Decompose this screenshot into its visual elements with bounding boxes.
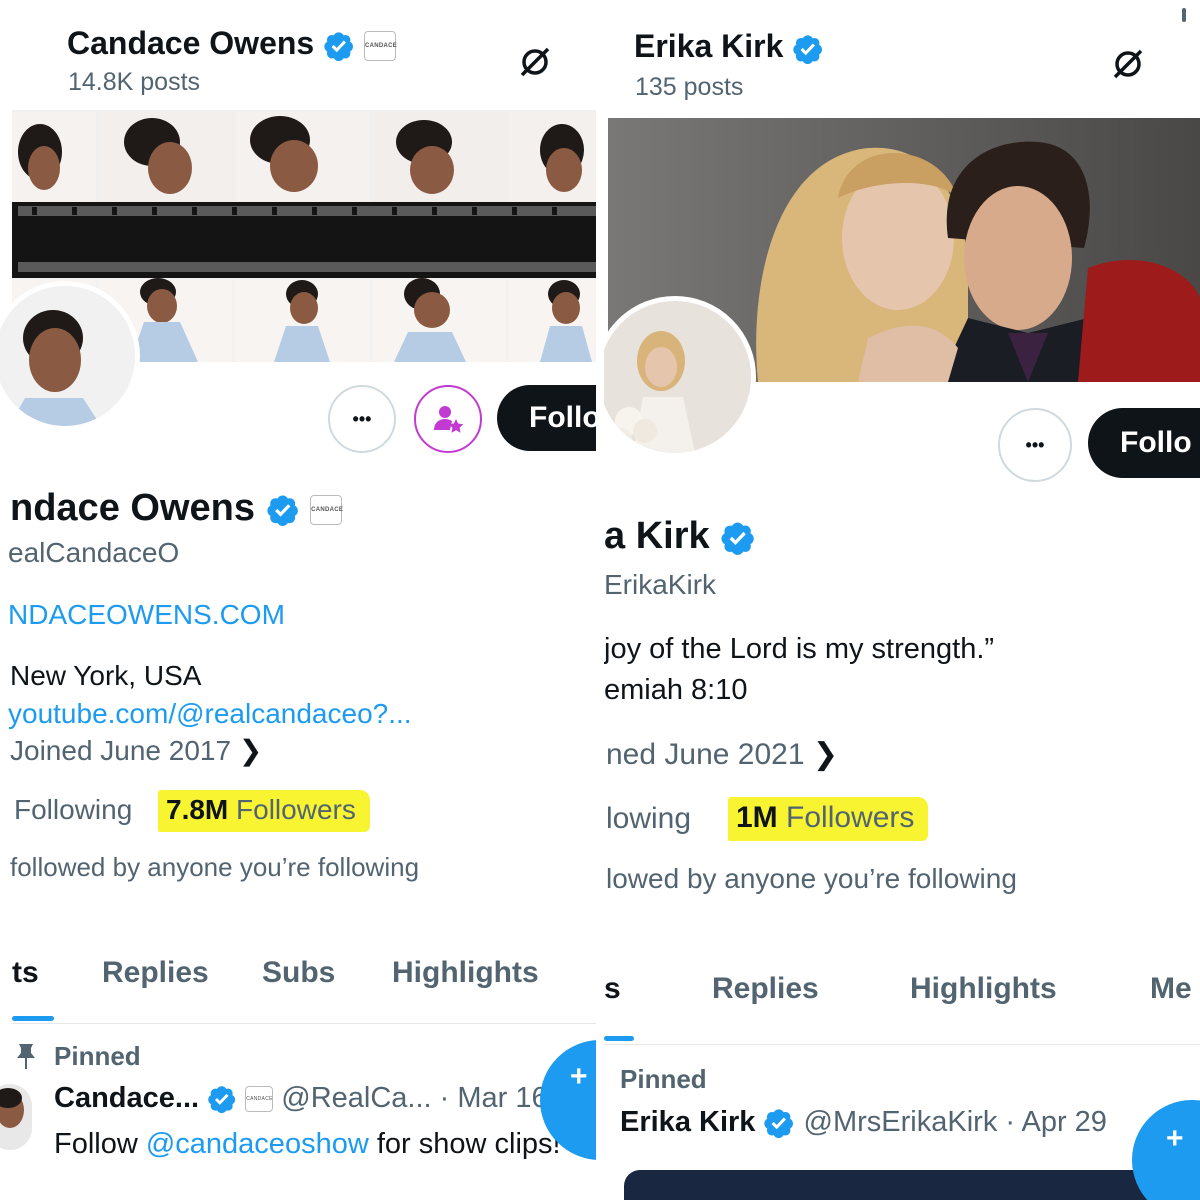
tweet-handle-date: @MrsErikaKirk · Apr 29 <box>803 1106 1107 1138</box>
tab-highlights[interactable]: Highlights <box>392 956 539 990</box>
affiliate-badge[interactable]: CANDACE <box>363 30 397 61</box>
pinned-label: Pinned <box>620 1064 707 1094</box>
tweet-header: Candace... CANDACE @RealCa... · Mar 16 <box>54 1082 548 1115</box>
profile-link[interactable]: youtube.com/@realcandaceo?... <box>8 698 412 730</box>
followed-by-note: lowed by anyone you’re following <box>606 863 1017 894</box>
tab-posts[interactable]: ts <box>12 956 39 990</box>
tweet-author-name[interactable]: Erika Kirk <box>620 1106 755 1138</box>
profile-joined: ned June 2021 ❯ <box>606 738 838 771</box>
header-posts-count: 135 posts <box>635 73 744 101</box>
profile-website-link[interactable]: NDACEOWENS.COM <box>8 599 285 631</box>
header-name: Erika Kirk <box>634 28 824 65</box>
tweet-author-name[interactable]: Candace... <box>54 1082 199 1114</box>
tab-subs[interactable]: Subs <box>262 956 335 990</box>
pinned-label: Pinned <box>54 1041 141 1071</box>
compose-plus-icon: + <box>1166 1122 1184 1155</box>
tab-highlights[interactable]: Highlights <box>910 972 1057 1006</box>
active-tab-indicator <box>604 1036 634 1041</box>
tab-posts[interactable]: s <box>604 972 621 1006</box>
verified-badge-icon <box>266 493 300 527</box>
subscribe-star-icon <box>434 406 464 433</box>
tweet-text: Follow @candaceoshow for show clips! <box>54 1128 561 1160</box>
scrollbar-thumb[interactable] <box>1182 8 1186 22</box>
followers-stat[interactable]: 1M Followers <box>728 797 929 841</box>
profile-avatar[interactable] <box>0 281 140 431</box>
tweet-mention-link[interactable]: @candaceoshow <box>146 1128 369 1160</box>
profile-bio-line-1: joy of the Lord is my strength.” <box>604 633 995 665</box>
verified-badge-icon <box>763 1107 795 1139</box>
pin-icon <box>17 1044 35 1069</box>
chevron-right-icon: ❯ <box>812 738 838 771</box>
subscribe-button[interactable] <box>414 385 482 453</box>
left-profile-panel: Candace Owens CANDACE 14.8K posts ••• Fo… <box>0 0 596 1200</box>
tabs-divider <box>12 1023 596 1024</box>
header-name: Candace Owens CANDACE <box>67 25 398 62</box>
verified-badge-icon <box>207 1084 237 1114</box>
profile-location: New York, USA <box>10 660 202 691</box>
no-symbol-icon[interactable] <box>1110 46 1146 82</box>
profile-handle: ErikaKirk <box>604 569 717 600</box>
tab-media[interactable]: Me <box>1150 972 1192 1006</box>
verified-badge-icon <box>720 520 756 556</box>
profile-name: a Kirk <box>604 515 756 558</box>
profile-bio-line-2: emiah 8:10 <box>604 674 748 706</box>
profile-name: ndace Owens CANDACE <box>10 487 344 529</box>
verified-badge-icon <box>792 33 824 65</box>
more-options-button[interactable]: ••• <box>998 408 1072 482</box>
tweet-handle-date: @RealCa... · Mar 16 <box>281 1082 548 1114</box>
tabs-divider <box>604 1044 1200 1045</box>
chevron-right-icon: ❯ <box>238 735 263 766</box>
tweet-media-preview[interactable] <box>624 1170 1200 1200</box>
tab-replies[interactable]: Replies <box>102 956 209 990</box>
more-options-button[interactable]: ••• <box>328 385 396 453</box>
profile-handle: ealCandaceO <box>8 537 180 568</box>
follow-button[interactable]: Follo <box>1088 408 1200 478</box>
verified-badge-icon <box>323 30 355 62</box>
affiliate-badge[interactable]: CANDACE <box>310 494 343 525</box>
tweet-header: Erika Kirk @MrsErikaKirk · Apr 29 <box>620 1106 1107 1139</box>
profile-joined: Joined June 2017 ❯ <box>10 735 263 766</box>
tweet-author-avatar[interactable] <box>0 1084 32 1150</box>
followed-by-note: followed by anyone you’re following <box>10 852 420 882</box>
compose-button[interactable]: + <box>1132 1100 1200 1200</box>
following-stat[interactable]: lowing <box>606 802 691 836</box>
profile-avatar[interactable] <box>604 296 756 458</box>
affiliate-badge[interactable]: CANDACE <box>245 1086 274 1113</box>
header-posts-count: 14.8K posts <box>68 68 201 96</box>
follow-button[interactable]: Follo <box>497 385 596 451</box>
following-stat[interactable]: Following <box>14 794 132 826</box>
active-tab-indicator <box>12 1016 54 1021</box>
tab-replies[interactable]: Replies <box>712 972 819 1006</box>
compose-plus-icon: + <box>570 1060 588 1093</box>
no-symbol-icon[interactable] <box>517 44 553 80</box>
right-profile-panel: Erika Kirk 135 posts ••• Follo a Kirk Er… <box>604 0 1200 1200</box>
panel-gutter <box>596 0 604 1200</box>
followers-stat[interactable]: 7.8M Followers <box>158 790 370 832</box>
